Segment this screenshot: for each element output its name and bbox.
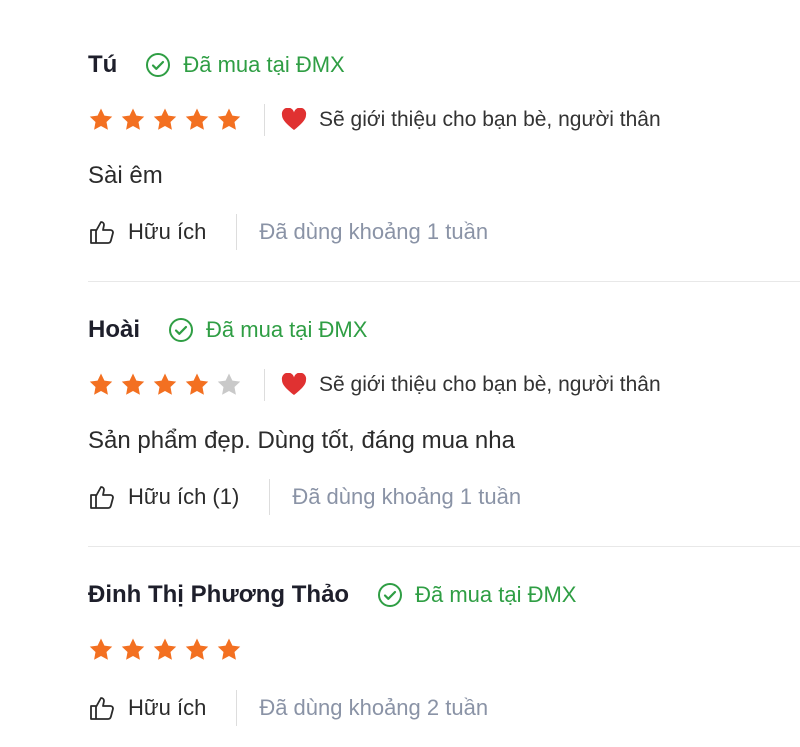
star-filled-icon [152, 637, 178, 663]
heart-icon [281, 108, 307, 130]
verified-purchase-badge: Đã mua tại ĐMX [168, 317, 367, 343]
divider [264, 104, 265, 136]
star-filled-icon [184, 637, 210, 663]
star-filled-icon [88, 637, 114, 663]
verified-purchase-badge: Đã mua tại ĐMX [377, 582, 576, 608]
review-rating-row: Sẽ giới thiệu cho bạn bè, người thân [88, 100, 800, 140]
reviewer-name: Hoài [88, 316, 141, 343]
review-header: Tú Đã mua tại ĐMX [88, 48, 800, 82]
helpful-button[interactable]: Hữu ích [88, 218, 206, 246]
recommend-label: Sẽ giới thiệu cho bạn bè, người thân [319, 108, 661, 131]
review-divider [88, 281, 800, 282]
recommend-note: Sẽ giới thiệu cho bạn bè, người thân [281, 108, 661, 132]
review-item: Hoài Đã mua tại ĐMX Sẽ giới thiệu cho bạ… [88, 313, 800, 517]
reviewer-name: Đinh Thị Phương Thảo [88, 581, 350, 608]
star-filled-icon [184, 107, 210, 133]
star-filled-icon [152, 372, 178, 398]
review-item: Đinh Thị Phương Thảo Đã mua tại ĐMX Hữu … [88, 578, 800, 728]
star-empty-icon [216, 372, 242, 398]
star-filled-icon [120, 637, 146, 663]
check-circle-icon [169, 318, 194, 342]
divider [236, 214, 238, 250]
star-rating [88, 372, 248, 398]
recommend-note: Sẽ giới thiệu cho bạn bè, người thân [281, 373, 661, 397]
heart-icon [281, 373, 307, 395]
check-circle-icon [146, 53, 171, 77]
usage-duration: Đã dùng khoảng 1 tuần [292, 484, 522, 509]
star-rating [88, 637, 248, 663]
star-filled-icon [216, 637, 242, 663]
review-header: Hoài Đã mua tại ĐMX [88, 313, 800, 347]
usage-duration: Đã dùng khoảng 1 tuần [259, 219, 489, 244]
reviewer-name: Tú [88, 51, 118, 78]
check-circle-icon [378, 583, 403, 607]
review-footer: Hữu ích Đã dùng khoảng 1 tuần [88, 212, 800, 252]
star-filled-icon [88, 107, 114, 133]
helpful-label: Hữu ích [128, 219, 207, 244]
verified-label: Đã mua tại ĐMX [415, 582, 577, 607]
review-item: Tú Đã mua tại ĐMX Sẽ giới thiệu cho bạn … [88, 48, 800, 252]
review-footer: Hữu ích Đã dùng khoảng 2 tuần [88, 688, 800, 728]
verified-label: Đã mua tại ĐMX [206, 317, 368, 342]
helpful-label: Hữu ích (1) [128, 484, 240, 509]
star-filled-icon [216, 107, 242, 133]
verified-purchase-badge: Đã mua tại ĐMX [145, 52, 345, 78]
review-content: Sản phẩm đẹp. Dùng tốt, đáng mua nha [88, 427, 515, 454]
helpful-button[interactable]: Hữu ích (1) [88, 483, 239, 511]
star-filled-icon [120, 372, 146, 398]
review-content: Sài êm [88, 162, 163, 189]
divider [269, 479, 271, 515]
star-filled-icon [88, 372, 114, 398]
usage-duration: Đã dùng khoảng 2 tuần [259, 695, 489, 720]
review-rating-row [88, 630, 800, 670]
helpful-label: Hữu ích [128, 695, 207, 720]
star-filled-icon [184, 372, 210, 398]
star-filled-icon [120, 107, 146, 133]
verified-label: Đã mua tại ĐMX [183, 52, 345, 77]
review-divider [88, 546, 800, 547]
thumbs-up-icon [90, 486, 114, 509]
divider [236, 690, 238, 726]
helpful-button[interactable]: Hữu ích [88, 694, 206, 722]
star-rating [88, 107, 248, 133]
review-footer: Hữu ích (1) Đã dùng khoảng 1 tuần [88, 477, 800, 517]
review-header: Đinh Thị Phương Thảo Đã mua tại ĐMX [88, 578, 800, 612]
thumbs-up-icon [90, 221, 114, 244]
divider [264, 369, 265, 401]
review-rating-row: Sẽ giới thiệu cho bạn bè, người thân [88, 365, 800, 405]
recommend-label: Sẽ giới thiệu cho bạn bè, người thân [319, 373, 661, 396]
thumbs-up-icon [90, 697, 114, 720]
star-filled-icon [152, 107, 178, 133]
